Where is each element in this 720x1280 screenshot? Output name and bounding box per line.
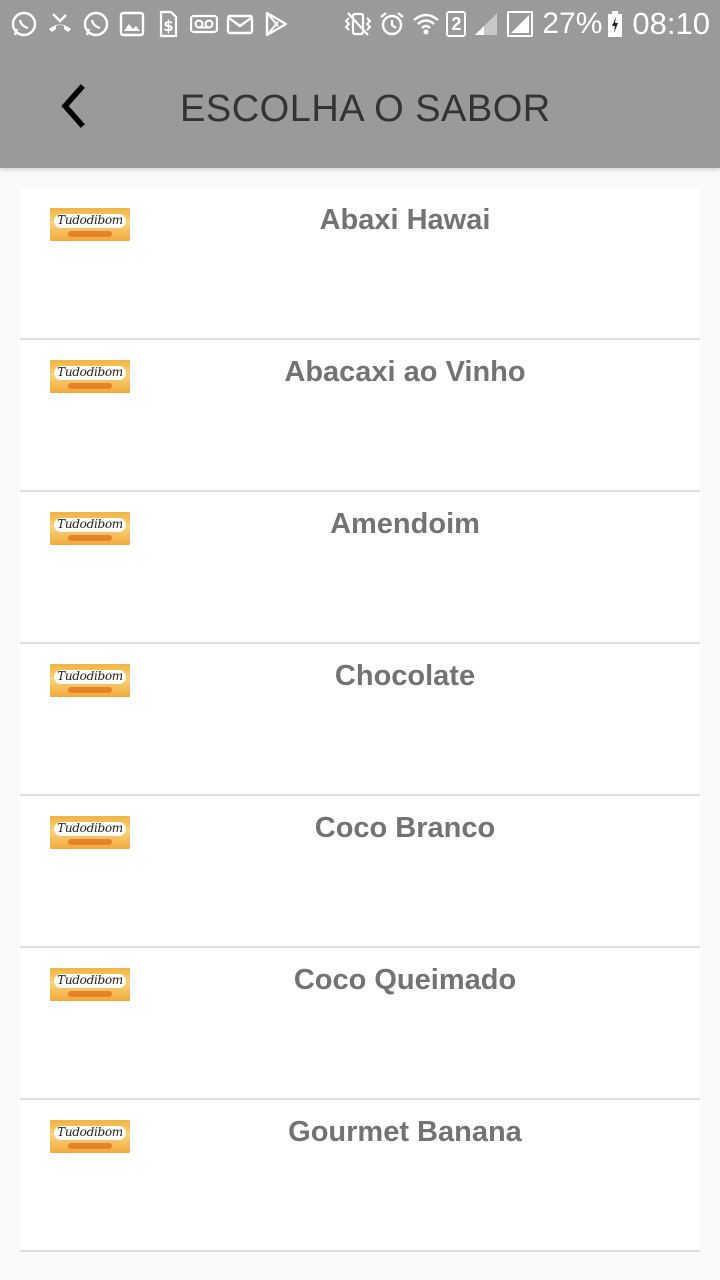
notification-icons: $ xyxy=(10,10,298,38)
svg-text:$: $ xyxy=(163,17,173,35)
item-label: Abaxi Hawai xyxy=(319,204,491,236)
missed-call-icon xyxy=(46,10,74,38)
status-bar: $ 2 27% 08:10 xyxy=(0,0,720,48)
item-label: Amendoim xyxy=(330,508,480,540)
list-item[interactable]: Tudodibom Chocolate xyxy=(20,644,700,796)
flavor-list: Tudodibom Abaxi Hawai Tudodibom Abacaxi … xyxy=(20,188,700,1252)
item-label: Coco Queimado xyxy=(293,964,517,996)
list-item[interactable]: Tudodibom Amendoim xyxy=(20,492,700,644)
battery-charging-icon xyxy=(608,11,623,37)
wifi-icon xyxy=(412,10,440,38)
signal-icon xyxy=(472,10,500,38)
item-label: Coco Branco xyxy=(314,812,496,844)
list-item[interactable]: Tudodibom Coco Branco xyxy=(20,796,700,948)
mail-icon xyxy=(226,10,254,38)
list-item[interactable]: Tudodibom Abacaxi ao Vinho xyxy=(20,340,700,492)
play-store-icon xyxy=(262,10,290,38)
clock: 08:10 xyxy=(632,6,710,41)
app-toolbar: ESCOLHA O SABOR xyxy=(0,48,720,168)
page-title: ESCOLHA O SABOR xyxy=(180,88,551,130)
item-label: Chocolate xyxy=(334,660,476,692)
system-icons: 2 27% 08:10 xyxy=(338,6,710,42)
vibrate-icon xyxy=(344,10,372,38)
voicemail-icon xyxy=(190,10,218,38)
signal-icon xyxy=(506,10,534,38)
sim-badge: 2 xyxy=(446,11,467,37)
chevron-left-icon xyxy=(57,83,87,133)
whatsapp-icon xyxy=(82,10,110,38)
list-item[interactable]: Tudodibom Coco Queimado xyxy=(20,948,700,1100)
battery-percent: 27% xyxy=(542,7,603,40)
back-button[interactable] xyxy=(50,83,94,133)
list-item[interactable]: Tudodibom Abaxi Hawai xyxy=(20,188,700,340)
list-item[interactable]: Tudodibom Gourmet Banana xyxy=(20,1100,700,1252)
item-label: Abacaxi ao Vinho xyxy=(284,356,526,388)
alarm-icon xyxy=(378,10,406,38)
dollar-sim-icon: $ xyxy=(154,10,182,38)
gallery-icon xyxy=(118,10,146,38)
item-label: Gourmet Banana xyxy=(288,1116,522,1148)
whatsapp-icon xyxy=(10,10,38,38)
